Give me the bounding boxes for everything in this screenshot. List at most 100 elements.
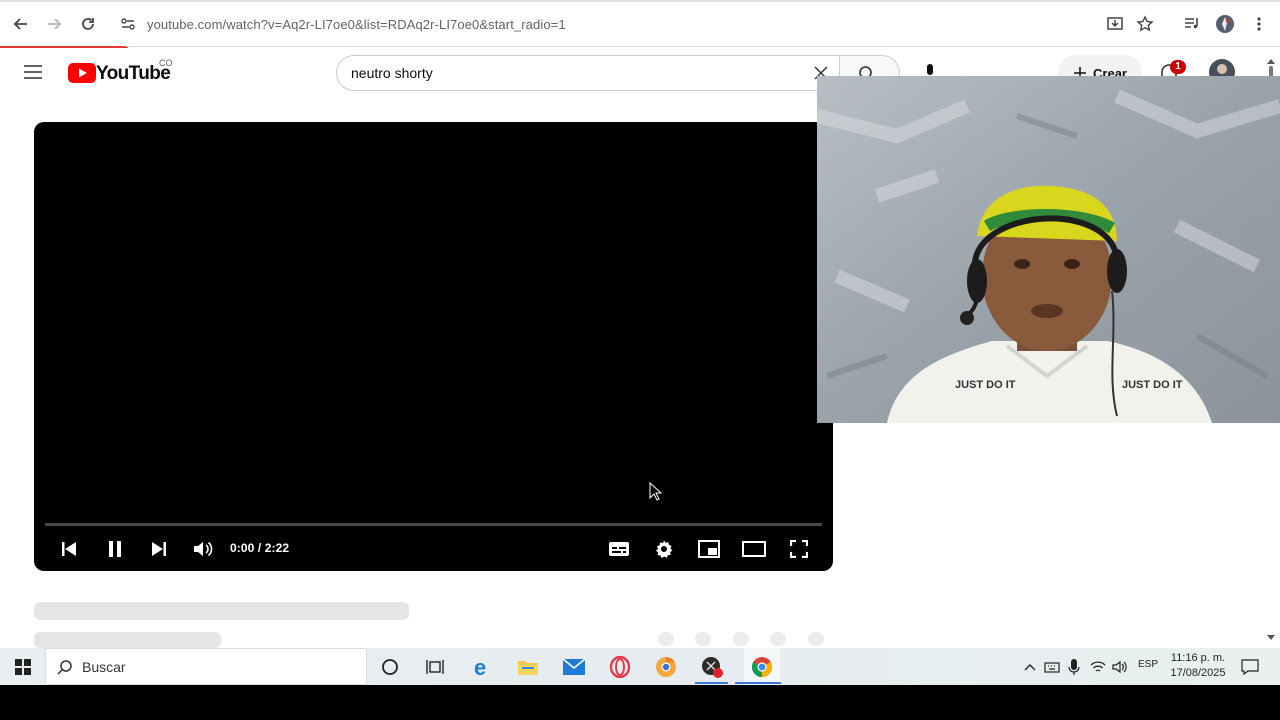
loading-dot [695, 632, 711, 646]
skip-next-icon [152, 542, 166, 556]
search-input[interactable]: neutro shorty [336, 55, 840, 91]
edge-icon: e [474, 656, 486, 678]
touch-keyboard-icon [1044, 662, 1060, 673]
video-progress-bar[interactable] [45, 523, 822, 526]
skip-previous-icon [62, 542, 76, 556]
star-icon [1136, 15, 1154, 32]
url-text: youtube.com/watch?v=Aq2r-LI7oe0&list=RDA… [147, 16, 566, 32]
browser-menu-button[interactable] [1247, 12, 1271, 36]
loading-dot [733, 632, 749, 646]
scrollbar-down[interactable] [1266, 632, 1276, 642]
action-center-button[interactable] [1236, 653, 1264, 681]
chrome-canary-icon [656, 656, 676, 677]
microphone-icon [1068, 659, 1080, 675]
address-bar[interactable]: youtube.com/watch?v=Aq2r-LI7oe0&list=RDA… [110, 8, 1170, 40]
loading-dot [658, 632, 674, 646]
chrome-canary-button[interactable] [652, 653, 680, 681]
youtube-logo[interactable] [68, 63, 96, 83]
next-button[interactable] [146, 537, 172, 561]
opera-button[interactable] [606, 653, 634, 681]
windows-taskbar: Buscar e ESP 11:16 p. m. 17/08/2025 [0, 648, 1280, 685]
notification-count-badge: 1 [1170, 60, 1186, 74]
subtitles-button[interactable] [606, 537, 632, 561]
forward-arrow-icon [48, 18, 62, 30]
mail-icon [562, 658, 586, 675]
guide-menu-button[interactable] [22, 62, 44, 82]
svg-text:e: e [474, 656, 486, 678]
miniplayer-icon [698, 540, 720, 558]
miniplayer-button[interactable] [696, 537, 722, 561]
notification-center-icon [1241, 659, 1259, 675]
tab-strip-edge [0, 0, 1280, 2]
active-app-indicator [695, 682, 728, 684]
wifi-icon [1090, 661, 1106, 672]
screen-letterbox [0, 685, 1280, 720]
install-icon [1107, 17, 1123, 30]
loading-dot [770, 632, 786, 646]
fullscreen-button[interactable] [786, 537, 812, 561]
speaker-icon [1112, 660, 1127, 674]
clock-date: 17/08/2025 [1170, 667, 1226, 679]
scroll-down-arrow-icon [1267, 635, 1275, 640]
gear-icon [656, 540, 673, 558]
cortana-button[interactable] [376, 653, 404, 681]
chevron-up-icon [1024, 664, 1036, 671]
browser-toolbar: youtube.com/watch?v=Aq2r-LI7oe0&list=RDA… [0, 0, 1280, 48]
install-app-button[interactable] [1103, 12, 1127, 36]
webcam-person-image: JUST DO IT JUST DO IT [817, 76, 1280, 423]
webcam-overlay: JUST DO IT JUST DO IT [817, 76, 1280, 423]
forward-button[interactable] [42, 12, 66, 36]
video-player[interactable]: 0:00 / 2:22 [34, 122, 833, 571]
volume-icon [194, 541, 213, 557]
folder-icon [518, 661, 538, 675]
theater-mode-button[interactable] [741, 537, 767, 561]
toolbar-divider [126, 46, 1280, 47]
svg-text:JUST DO IT: JUST DO IT [955, 379, 1016, 391]
opera-icon [609, 656, 631, 678]
cortana-icon [382, 659, 398, 675]
start-button[interactable] [9, 653, 37, 681]
file-explorer-button[interactable] [514, 653, 542, 681]
subtitle-placeholder [34, 632, 221, 648]
input-language[interactable]: ESP [1138, 659, 1158, 670]
back-arrow-icon [13, 18, 27, 30]
edge-legacy-button[interactable]: e [469, 653, 497, 681]
hamburger-icon [24, 65, 42, 79]
settings-button[interactable] [651, 537, 677, 561]
mute-button[interactable] [190, 537, 216, 561]
media-controls-button[interactable] [1180, 12, 1204, 36]
bookmark-button[interactable] [1133, 12, 1157, 36]
chrome-icon [751, 656, 773, 677]
chrome-button[interactable] [744, 648, 780, 685]
country-code: CO [159, 58, 173, 68]
loading-dot [808, 632, 824, 646]
youtube-play-logo-icon [68, 63, 96, 83]
media-queue-icon [1185, 18, 1198, 29]
back-button[interactable] [9, 12, 33, 36]
search-query: neutro shorty [351, 65, 433, 81]
volume-tray-button[interactable] [1106, 653, 1134, 681]
active-app-indicator [735, 682, 781, 684]
time-display: 0:00 / 2:22 [230, 541, 290, 555]
player-controls: 0:00 / 2:22 [34, 532, 833, 566]
profile-button[interactable] [1213, 12, 1237, 36]
subtitles-icon [609, 542, 629, 556]
profile-avatar-icon [1216, 15, 1234, 33]
taskbar-search-box[interactable]: Buscar [45, 648, 367, 685]
task-view-button[interactable] [421, 653, 449, 681]
theater-mode-icon [742, 541, 766, 557]
title-placeholder [34, 602, 409, 620]
clock[interactable]: 11:16 p. m. 17/08/2025 [1166, 651, 1230, 681]
taskbar-search-label: Buscar [82, 659, 126, 675]
kebab-menu-icon [1257, 17, 1261, 31]
recording-app-button[interactable] [698, 653, 726, 681]
pause-button[interactable] [102, 537, 128, 561]
mail-button[interactable] [560, 653, 588, 681]
previous-button[interactable] [56, 537, 82, 561]
clock-time: 11:16 p. m. [1170, 652, 1226, 664]
reload-button[interactable] [76, 12, 100, 36]
reload-icon [82, 18, 94, 30]
svg-text:JUST DO IT: JUST DO IT [1122, 379, 1183, 391]
task-view-icon [426, 660, 444, 674]
fullscreen-icon [790, 540, 808, 558]
